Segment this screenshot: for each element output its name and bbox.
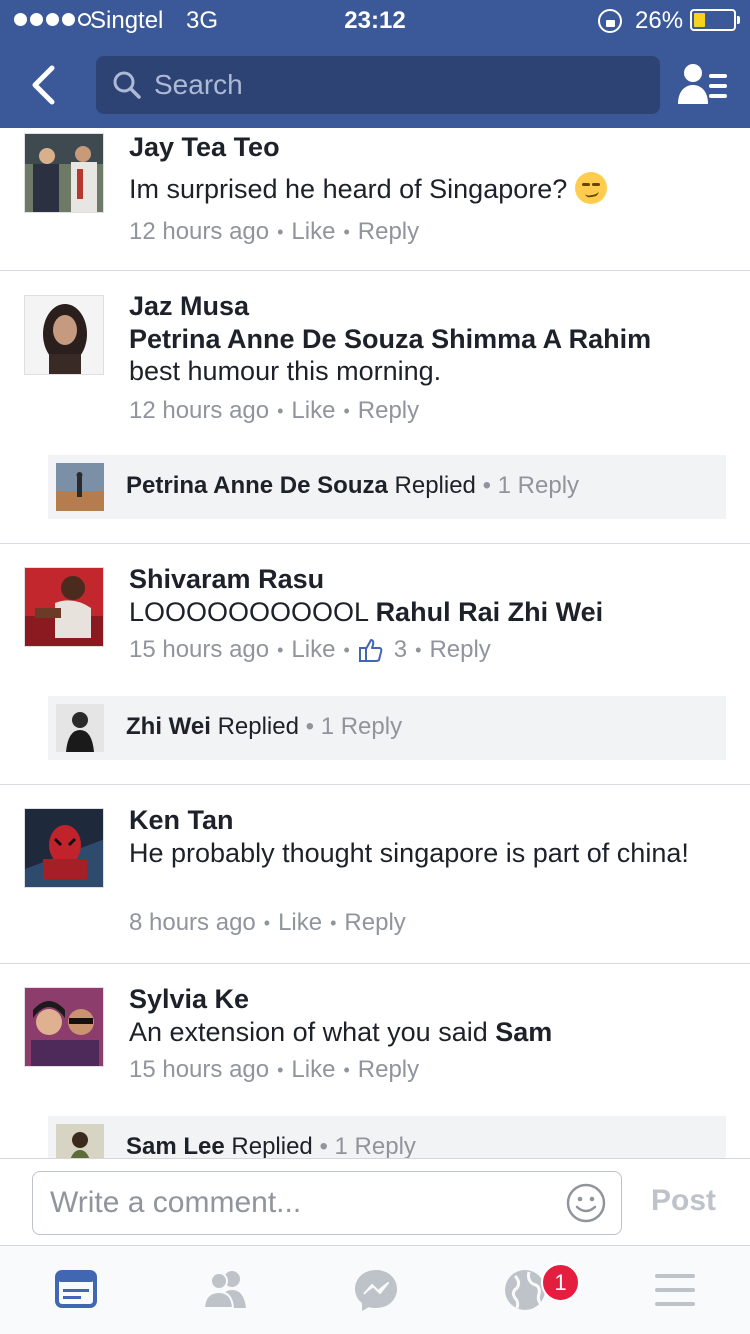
tagged-users[interactable]: Petrina Anne De Souza Shimma A Rahim	[129, 324, 651, 354]
tab-news-feed[interactable]	[48, 1264, 104, 1316]
comment-meta: 12 hours ago • Like • Reply	[129, 397, 420, 425]
comment-text: Petrina Anne De Souza Shimma A Rahim bes…	[129, 324, 652, 386]
status-bar: Singtel 3G 23:12 26%	[0, 0, 750, 40]
comment-timestamp: 15 hours ago	[129, 636, 270, 663]
post-button[interactable]: Post	[651, 1184, 716, 1218]
friend-list-icon	[678, 64, 727, 104]
search-placeholder: Search	[154, 69, 243, 100]
friends-icon	[202, 1271, 246, 1309]
tab-bar	[0, 1246, 750, 1334]
like-link[interactable]: Like	[291, 397, 335, 425]
avatar[interactable]	[24, 133, 104, 213]
commenter-name[interactable]: Shivaram Rasu	[129, 564, 324, 595]
like-link[interactable]: Like	[291, 1056, 335, 1084]
battery-icon	[690, 9, 740, 31]
avatar[interactable]	[24, 295, 104, 375]
reply-author: Petrina Anne De Souza	[126, 472, 388, 499]
comment-meta: 12 hours ago • Like • Reply	[129, 218, 420, 246]
likes-count[interactable]: 3	[394, 636, 407, 664]
comment-text: Im surprised he heard of Singapore?	[129, 172, 729, 205]
tab-messenger[interactable]	[348, 1264, 404, 1316]
avatar[interactable]	[24, 567, 104, 647]
replied-label: Replied	[217, 713, 299, 740]
tagged-users[interactable]: Sam	[495, 1017, 552, 1047]
tagged-users[interactable]: Rahul Rai Zhi Wei	[376, 597, 604, 627]
back-button[interactable]	[22, 60, 72, 110]
commenter-name[interactable]: Jay Tea Teo	[129, 132, 280, 163]
replies-summary[interactable]: Petrina Anne De Souza Replied • 1 Reply	[48, 455, 726, 519]
comment-item: Sylvia Ke An extension of what you said …	[0, 964, 750, 1158]
reply-count: 1 Reply	[334, 1133, 416, 1158]
smiley-icon[interactable]	[565, 1182, 607, 1224]
comment-text: LOOOOOOOOOOL Rahul Rai Zhi Wei	[129, 597, 604, 627]
reply-link[interactable]: Reply	[358, 397, 419, 425]
commenter-name[interactable]: Sylvia Ke	[129, 984, 249, 1015]
search-input[interactable]: Search	[96, 56, 660, 114]
replied-label: Replied	[231, 1133, 313, 1158]
comment-meta: 8 hours ago • Like • Reply	[129, 909, 406, 937]
replies-summary[interactable]: Sam Lee Replied • 1 Reply	[48, 1116, 726, 1158]
menu-icon	[655, 1274, 695, 1306]
comment-timestamp: 12 hours ago	[129, 218, 270, 245]
avatar[interactable]	[24, 987, 104, 1067]
tab-friends[interactable]	[198, 1264, 254, 1316]
reply-avatar	[56, 1124, 104, 1158]
comment-timestamp: 15 hours ago	[129, 1056, 270, 1083]
comment-text: He probably thought singapore is part of…	[129, 838, 689, 868]
comment-meta: 15 hours ago • Like • 3 • Reply	[129, 636, 491, 664]
reply-author: Zhi Wei	[126, 713, 211, 740]
news-feed-icon	[55, 1270, 97, 1308]
reply-avatar	[56, 704, 104, 752]
app-header: Singtel 3G 23:12 26% Search	[0, 0, 750, 128]
reply-link[interactable]: Reply	[358, 1056, 419, 1084]
comment-list[interactable]: Jay Tea Teo Im surprised he heard of Sin…	[0, 128, 750, 1158]
replies-summary[interactable]: Zhi Wei Replied • 1 Reply	[48, 696, 726, 760]
chevron-left-icon	[32, 65, 55, 105]
friend-list-button[interactable]	[676, 60, 732, 110]
reply-count: 1 Reply	[497, 472, 580, 499]
battery-percentage: 26%	[635, 7, 684, 34]
like-link[interactable]: Like	[278, 909, 322, 937]
reply-link[interactable]: Reply	[358, 218, 419, 246]
comment-text: An extension of what you said Sam	[129, 1017, 553, 1047]
reply-author: Sam Lee	[126, 1133, 225, 1158]
thumbs-up-icon	[358, 639, 383, 662]
comment-meta: 15 hours ago • Like • Reply	[129, 1056, 420, 1084]
reply-link[interactable]: Reply	[344, 909, 405, 937]
rotation-lock-icon	[598, 9, 622, 33]
replied-label: Replied	[394, 472, 476, 499]
smirk-emoji-icon	[575, 172, 608, 204]
comment-input[interactable]: Write a comment...	[32, 1171, 622, 1235]
comment-timestamp: 12 hours ago	[129, 397, 270, 424]
notification-badge[interactable]: 1	[541, 1263, 580, 1302]
comment-composer: Write a comment... Post	[0, 1158, 750, 1246]
comment-item: Jaz Musa Petrina Anne De Souza Shimma A …	[0, 271, 750, 543]
comment-item: Shivaram Rasu LOOOOOOOOOOL Rahul Rai Zhi…	[0, 544, 750, 784]
comment-placeholder: Write a comment...	[50, 1186, 302, 1219]
reply-avatar	[56, 463, 104, 511]
like-link[interactable]: Like	[291, 636, 335, 664]
reply-count: 1 Reply	[320, 713, 403, 740]
avatar[interactable]	[24, 808, 104, 888]
search-icon	[113, 71, 141, 99]
like-link[interactable]: Like	[291, 218, 335, 246]
reply-link[interactable]: Reply	[429, 636, 490, 664]
commenter-name[interactable]: Ken Tan	[129, 805, 234, 836]
comment-timestamp: 8 hours ago	[129, 909, 256, 936]
tab-menu[interactable]	[647, 1264, 703, 1316]
comment-item: Jay Tea Teo Im surprised he heard of Sin…	[0, 128, 750, 270]
messenger-icon	[355, 1270, 397, 1311]
comment-item: Ken Tan He probably thought singapore is…	[0, 785, 750, 963]
commenter-name[interactable]: Jaz Musa	[129, 291, 249, 322]
